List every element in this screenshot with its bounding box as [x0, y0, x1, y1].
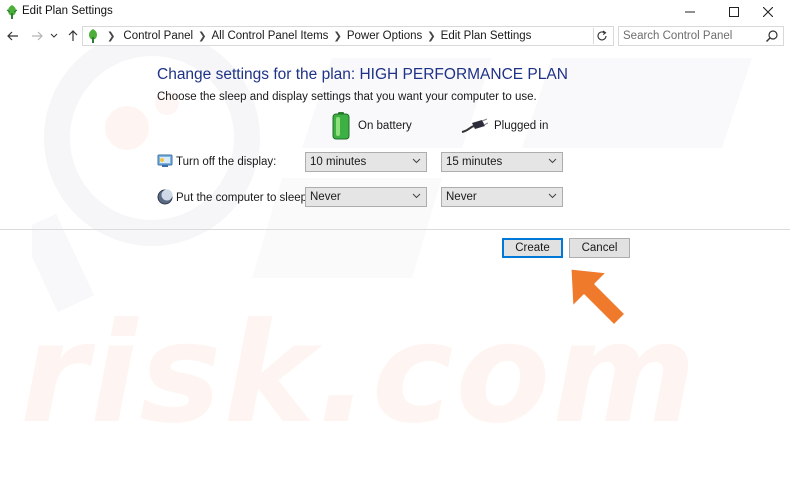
breadcrumb-all-items[interactable]: All Control Panel Items — [211, 30, 328, 42]
display-on-battery-select[interactable]: 10 minutes — [305, 152, 427, 172]
power-plug-icon — [461, 118, 488, 133]
navigation-bar: ❯ Control Panel ❯ All Control Panel Item… — [0, 24, 790, 49]
refresh-icon — [597, 30, 607, 41]
sleep-plugged-in-select[interactable]: Never — [441, 187, 563, 207]
chevron-down-icon — [50, 33, 58, 38]
turn-off-display-label: Turn off the display: — [176, 156, 277, 168]
up-arrow-icon — [68, 30, 78, 41]
refresh-button[interactable] — [593, 28, 610, 44]
breadcrumb-separator-icon[interactable]: ❯ — [198, 31, 206, 42]
sleep-on-battery-select[interactable]: Never — [305, 187, 427, 207]
address-bar[interactable]: ❯ Control Panel ❯ All Control Panel Item… — [82, 26, 614, 46]
plugged-in-label: Plugged in — [494, 120, 549, 132]
close-icon — [763, 7, 773, 17]
display-plugged-in-value: 15 minutes — [446, 156, 503, 168]
back-button[interactable] — [4, 27, 22, 45]
breadcrumb-power-options[interactable]: Power Options — [347, 30, 422, 42]
search-input[interactable] — [623, 28, 763, 44]
watermark-text: risk.com — [20, 293, 699, 454]
forward-button[interactable] — [28, 27, 46, 45]
display-on-battery-value: 10 minutes — [310, 156, 367, 168]
cancel-button[interactable]: Cancel — [569, 238, 630, 258]
title-bar: Edit Plan Settings — [0, 0, 790, 24]
window-title: Edit Plan Settings — [22, 5, 113, 17]
put-computer-to-sleep-label: Put the computer to sleep: — [176, 192, 311, 204]
annotation-arrow-icon — [568, 266, 628, 328]
display-icon — [157, 154, 173, 167]
page-description: Choose the sleep and display settings th… — [157, 91, 537, 103]
breadcrumb-separator-icon[interactable]: ❯ — [333, 31, 341, 42]
breadcrumb-separator-icon[interactable]: ❯ — [107, 31, 115, 42]
search-icon[interactable] — [765, 29, 779, 43]
sleep-moon-icon — [157, 189, 173, 205]
on-battery-column-header: On battery — [330, 112, 412, 140]
forward-arrow-icon — [32, 31, 43, 41]
power-options-icon — [89, 29, 97, 43]
maximize-icon — [729, 7, 739, 17]
back-arrow-icon — [7, 31, 18, 41]
close-button[interactable] — [746, 0, 790, 24]
battery-icon — [332, 112, 350, 140]
section-divider — [0, 229, 790, 230]
on-battery-label: On battery — [358, 120, 412, 132]
up-button[interactable] — [64, 27, 82, 45]
chevron-down-icon — [412, 193, 421, 199]
plugged-in-column-header: Plugged in — [460, 118, 548, 134]
breadcrumb: ❯ Control Panel ❯ All Control Panel Item… — [103, 30, 531, 42]
page-title: Change settings for the plan: HIGH PERFO… — [157, 66, 568, 83]
breadcrumb-separator-icon[interactable]: ❯ — [427, 31, 435, 42]
sleep-plugged-in-value: Never — [446, 191, 477, 203]
create-button[interactable]: Create — [502, 238, 563, 258]
chevron-down-icon — [548, 158, 557, 164]
chevron-down-icon — [412, 158, 421, 164]
chevron-down-icon — [548, 193, 557, 199]
power-options-app-icon — [6, 5, 18, 19]
minimize-icon — [685, 11, 695, 13]
recent-locations-button[interactable] — [48, 27, 60, 45]
display-plugged-in-select[interactable]: 15 minutes — [441, 152, 563, 172]
minimize-button[interactable] — [668, 0, 712, 24]
sleep-on-battery-value: Never — [310, 191, 341, 203]
breadcrumb-edit-plan-settings[interactable]: Edit Plan Settings — [441, 30, 532, 42]
breadcrumb-control-panel[interactable]: Control Panel — [123, 30, 193, 42]
search-box[interactable] — [618, 26, 784, 46]
